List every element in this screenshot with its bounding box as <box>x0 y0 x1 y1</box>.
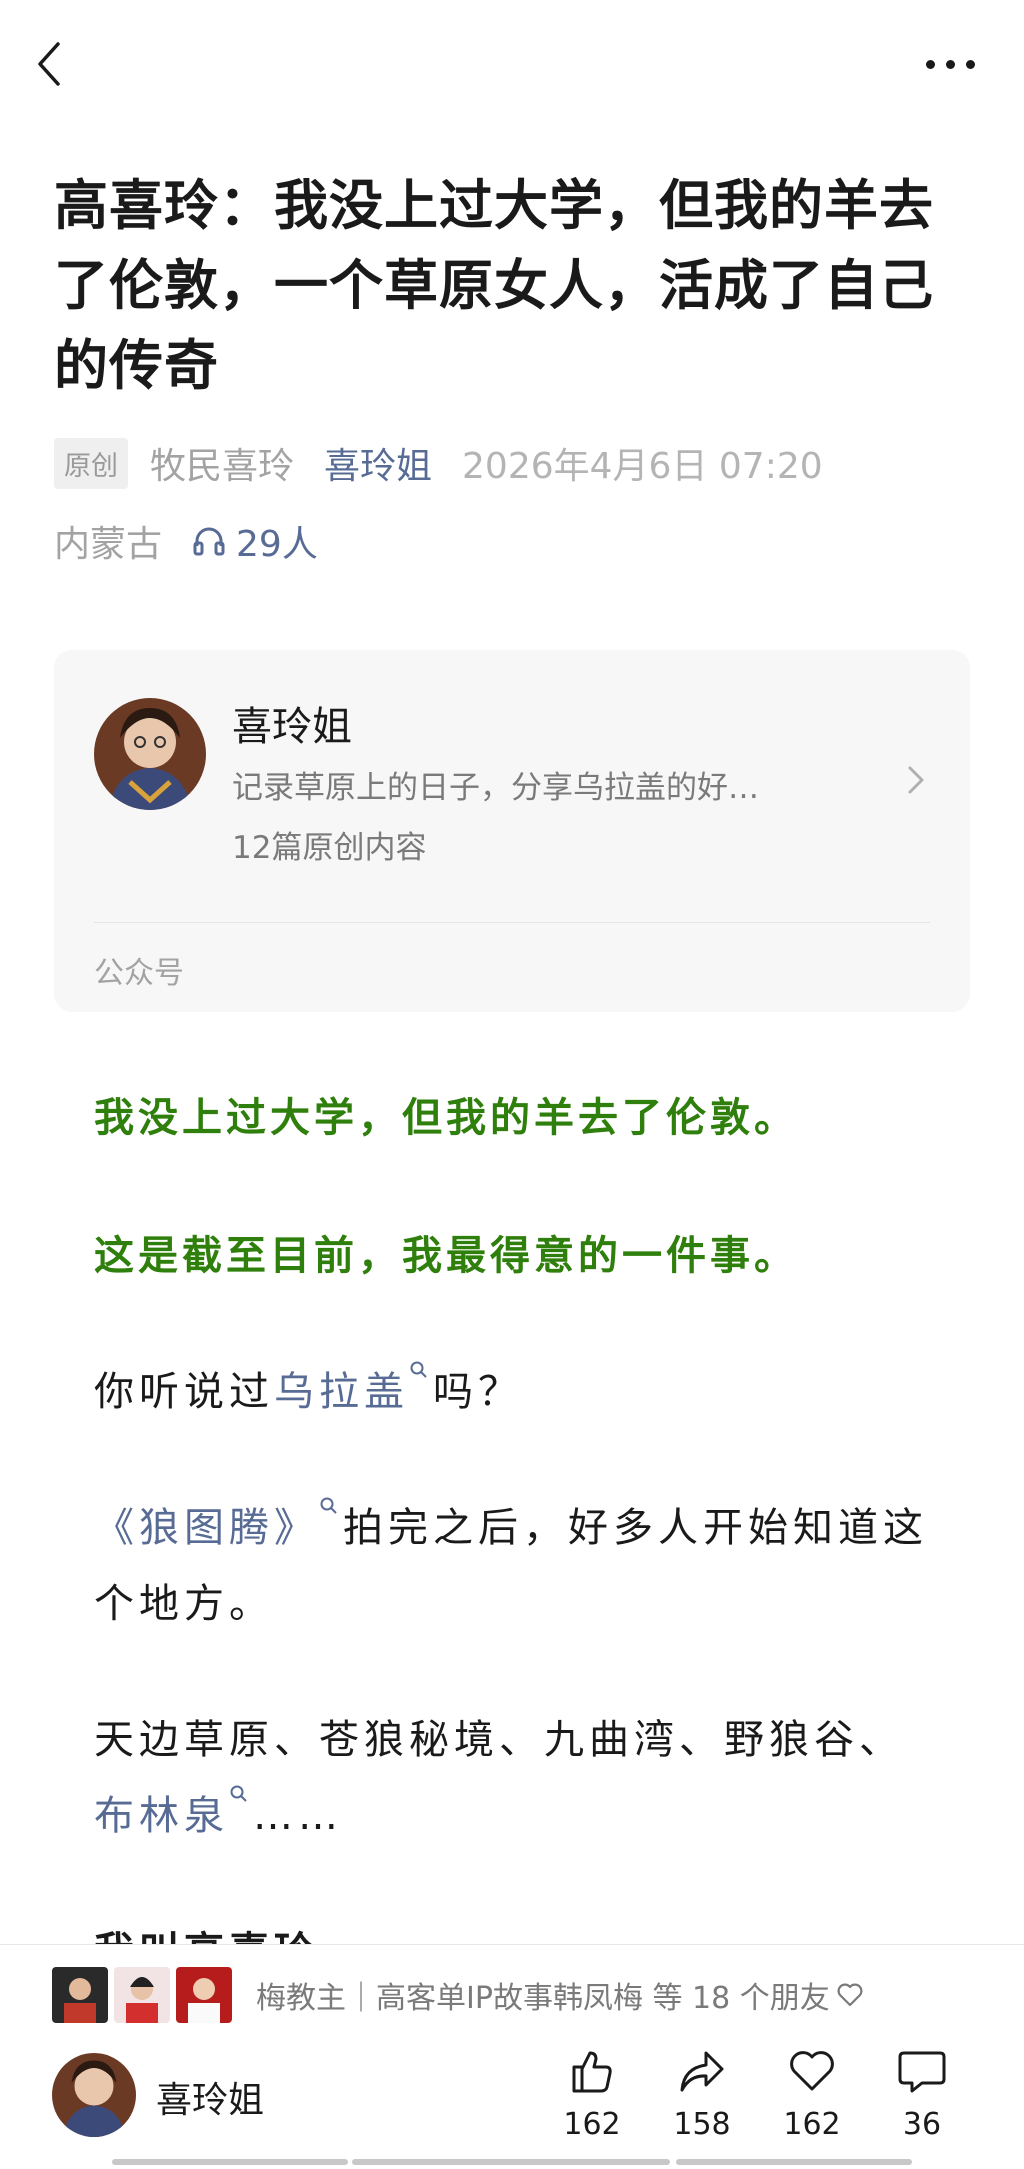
comment-bubble-icon <box>898 2051 946 2093</box>
original-badge: 原创 <box>54 437 128 489</box>
friends-liked-row[interactable]: 梅教主｜高客单IP故事韩凤梅 等 18 个朋友 <box>52 1965 864 2025</box>
home-indicator-segment <box>352 2159 670 2165</box>
friend-avatar <box>52 1967 108 2023</box>
heart-icon <box>790 2051 834 2091</box>
account-avatar <box>94 698 206 810</box>
share-button[interactable]: 158 <box>662 2045 742 2142</box>
friends-liked-text: 梅教主｜高客单IP故事韩凤梅 等 18 个朋友 <box>256 1973 864 2017</box>
share-arrow-icon <box>680 2051 724 2092</box>
account-card-post-count: 12篇原创内容 <box>232 830 427 866</box>
like-button[interactable]: 162 <box>552 2045 632 2142</box>
home-indicator-segment <box>676 2159 912 2165</box>
chevron-right-icon <box>908 766 924 794</box>
search-link-bulinquan[interactable]: 布林泉 <box>94 1793 229 1839</box>
account-card-name: 喜玲姐 <box>232 704 352 750</box>
favorite-button[interactable]: 162 <box>772 2045 852 2142</box>
region-label: 内蒙古 <box>54 524 163 565</box>
comment-button[interactable]: 36 <box>882 2045 962 2142</box>
publish-datetime: 2026年4月6日 07:20 <box>462 446 823 487</box>
comment-count: 36 <box>902 2107 942 2142</box>
home-indicator-segment <box>112 2159 348 2165</box>
search-icon[interactable] <box>229 1784 249 1804</box>
share-count: 158 <box>673 2107 731 2142</box>
article-title: 高喜玲：我没上过大学，但我的羊去了伦敦，一个草原女人，活成了自己的传奇 <box>54 174 934 397</box>
account-type-label: 公众号 <box>94 956 184 991</box>
account-card-description: 记录草原上的日子，分享乌拉盖的好… <box>232 770 759 806</box>
paragraph-3: 你听说过乌拉盖 吗？ <box>94 1354 944 1430</box>
like-count: 162 <box>563 2107 621 2142</box>
author-link[interactable]: 喜玲姐 <box>324 437 432 489</box>
friend-avatar <box>114 1967 170 2023</box>
publisher-avatar[interactable] <box>52 2053 136 2137</box>
search-link-wolf-totem[interactable]: 《狼图腾》 <box>94 1505 319 1551</box>
highlight-paragraph-1: 我没上过大学，但我的羊去了伦敦。 <box>94 1095 798 1141</box>
card-divider <box>94 922 930 923</box>
back-arrow-icon[interactable] <box>30 38 70 90</box>
more-dots-icon[interactable] <box>924 48 980 78</box>
paragraph-5: 天边草原、苍狼秘境、九曲湾、野狼谷、布林泉…… <box>94 1717 904 1839</box>
listen-button[interactable]: 29人 <box>192 515 318 567</box>
listener-count: 29人 <box>236 524 318 565</box>
paragraph-4: 《狼图腾》 拍完之后，好多人开始知道这个地方。 <box>94 1490 944 1642</box>
search-icon[interactable] <box>409 1360 429 1380</box>
heart-outline-icon <box>837 1983 863 2007</box>
bottom-bar: 梅教主｜高客单IP故事韩凤梅 等 18 个朋友 喜玲姐 162 158 162 <box>0 1944 1024 2169</box>
account-name-link[interactable]: 牧民喜玲 <box>150 437 294 489</box>
account-card[interactable]: 喜玲姐 记录草原上的日子，分享乌拉盖的好… 12篇原创内容 公众号 <box>54 650 970 1012</box>
search-link-wulagai[interactable]: 乌拉盖 <box>274 1369 409 1415</box>
search-icon[interactable] <box>319 1496 339 1516</box>
publisher-name[interactable]: 喜玲姐 <box>156 2071 264 2123</box>
article-body: 我没上过大学，但我的羊去了伦敦。 这是截至目前，我最得意的一件事。 你听说过乌拉… <box>94 1080 944 1990</box>
article-meta: 原创 牧民喜玲 喜玲姐 2026年4月6日 07:20 <box>54 436 984 490</box>
article-meta-secondary: 内蒙古 29人 <box>54 514 318 568</box>
headphones-icon <box>193 527 225 556</box>
friend-avatar <box>176 1967 232 2023</box>
highlight-paragraph-2: 这是截至目前，我最得意的一件事。 <box>94 1233 798 1279</box>
thumbs-up-icon <box>572 2051 612 2093</box>
favorite-count: 162 <box>783 2107 841 2142</box>
top-bar <box>0 0 1024 130</box>
